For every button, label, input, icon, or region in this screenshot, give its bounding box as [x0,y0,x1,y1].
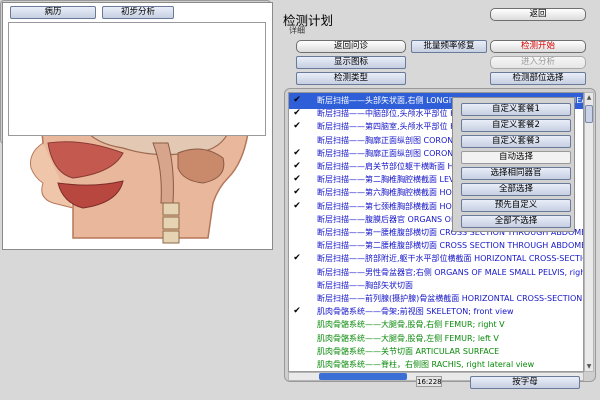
list-item-checkbox[interactable] [293,202,301,210]
list-item-checkbox[interactable] [293,241,301,249]
tab-preliminary-analysis[interactable]: 初步分析 [102,6,174,19]
scroll-down-icon[interactable]: ▼ [585,362,593,371]
list-item-checkbox[interactable] [293,294,301,302]
detect-site-select-button[interactable]: 检测部位选择 [490,72,586,85]
selection-menu: 自定义套餐1 自定义套餐2 自定义套餐3 自动选择选择相同器官 全部选择预先自定义全部不… [452,97,575,232]
menu-item-3[interactable]: 自定义套餐3 [461,135,571,148]
list-item-checkbox[interactable] [293,96,301,104]
back-button[interactable]: 返回 [490,8,586,21]
list-item[interactable]: 肌肉骨骼系统——脊柱，右侧图 RACHIS, right lateral vie… [289,357,583,371]
list-item-label: 肌肉骨骼系统——脊柱，右侧图 RACHIS, right lateral vie… [317,360,535,369]
menu-item-4[interactable]: 自动选择 [461,151,571,164]
menu-item-2[interactable]: 自定义套餐2 [461,119,571,132]
menu-item-6[interactable]: 全部选择 [461,183,571,196]
list-item-checkbox[interactable] [293,347,301,355]
tab-medical-history[interactable]: 病历 [10,6,96,19]
sort-alpha-button[interactable]: 按字母 [470,376,580,389]
show-icons-button[interactable]: 显示图标 [296,56,406,69]
list-item-checkbox[interactable] [293,360,301,368]
list-item-checkbox[interactable] [293,188,301,196]
list-item-checkbox[interactable] [293,175,301,183]
list-item-checkbox[interactable] [293,320,301,328]
start-detect-button[interactable]: 检测开始 [490,40,586,53]
menu-item-7[interactable]: 预先自定义 [461,199,571,212]
list-item-checkbox[interactable] [293,281,301,289]
scroll-up-icon[interactable]: ▲ [585,93,593,102]
horizontal-scroll-thumb[interactable] [319,373,407,380]
list-item-checkbox[interactable] [293,268,301,276]
scroll-thumb[interactable] [585,105,593,123]
batch-repair-button[interactable]: 批量频率修复 [411,40,487,53]
list-item-checkbox[interactable] [293,136,301,144]
menu-item-8[interactable]: 全部不选择 [461,215,571,228]
page-subtitle: 详细 [289,26,305,35]
list-item-checkbox[interactable] [293,307,301,315]
list-item-checkbox[interactable] [293,122,301,130]
history-panel: 病历 初步分析 [0,0,271,144]
history-text-area[interactable] [8,22,266,136]
list-item-checkbox[interactable] [293,109,301,117]
list-item-checkbox[interactable] [293,149,301,157]
vertical-scrollbar[interactable]: ▲ ▼ [584,92,594,372]
detect-type-button[interactable]: 检测类型 [296,72,406,85]
timer-display: 16:228 [416,376,442,387]
return-consult-button[interactable]: 返回问诊 [296,40,406,53]
menu-item-1[interactable]: 自定义套餐1 [461,103,571,116]
list-item-checkbox[interactable] [293,215,301,223]
list-item-checkbox[interactable] [293,228,301,236]
enter-analysis-button[interactable]: 进入分析 [490,56,586,69]
list-item-checkbox[interactable] [293,334,301,342]
list-item-checkbox[interactable] [293,254,301,262]
menu-item-5[interactable]: 选择相同器官 [461,167,571,180]
list-item-checkbox[interactable] [293,162,301,170]
